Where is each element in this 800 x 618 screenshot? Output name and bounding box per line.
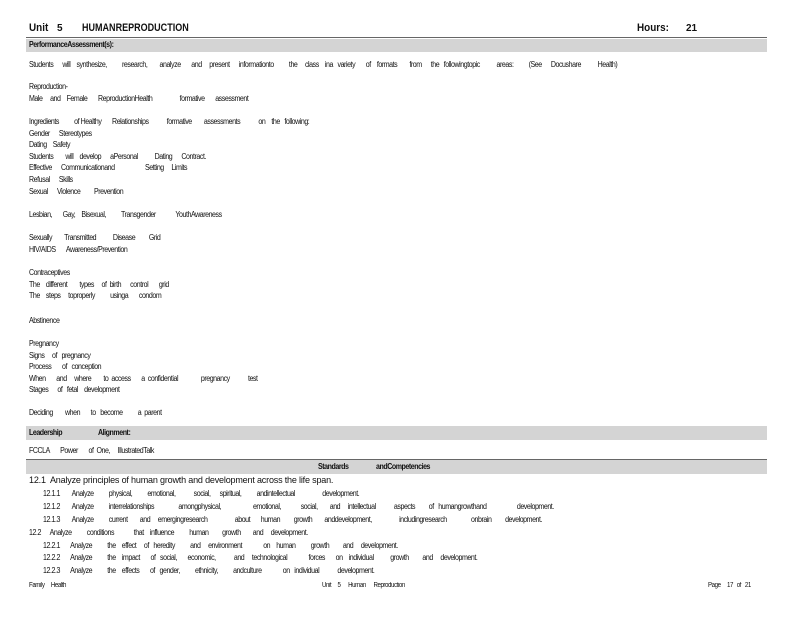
performance-heading: PerformanceAssessment(s): bbox=[29, 40, 114, 49]
performance-topic-line: Signs of pregnancy bbox=[29, 350, 91, 360]
unit-label: Unit bbox=[29, 22, 49, 34]
performance-topic-line: Gender Stereotypes bbox=[29, 128, 92, 138]
performance-heading-bar bbox=[26, 39, 767, 52]
leadership-text: FCCLA Power of One, IllustratedTalk bbox=[29, 446, 155, 455]
performance-topic-line: Contraceptives bbox=[29, 268, 70, 277]
unit-title: HUMANREPRODUCTION bbox=[82, 22, 189, 34]
performance-topic-line: Effective Communicationand Setting Limit… bbox=[29, 163, 188, 173]
performance-topic-line: Students will develop aPersonal Dating C… bbox=[29, 151, 206, 161]
alignment-heading: Alignment: bbox=[98, 428, 131, 437]
performance-topic-line: Pregnancy bbox=[29, 339, 59, 348]
performance-topic-line: The different types of birth control gri… bbox=[29, 279, 169, 289]
standard-item: 12.2 Analyze conditions that influence h… bbox=[29, 528, 308, 537]
footer-page: Page 17 of 21 bbox=[708, 582, 751, 589]
performance-topic-line: Sexually Transmitted Disease Grid bbox=[29, 233, 161, 242]
performance-topic-line: Deciding when to become a parent bbox=[29, 408, 162, 417]
hours-label: Hours: bbox=[637, 22, 669, 34]
standard-subitem: 12.1.2 Analyze interrelationships amongp… bbox=[43, 502, 554, 511]
leadership-heading: Leadership bbox=[29, 428, 63, 437]
standard-item: 12.1 Analyze principles of human growth … bbox=[29, 475, 334, 486]
performance-topic-line: Ingredients of Healthy Relationships for… bbox=[29, 117, 310, 126]
performance-topic-line: Stages of fetal development bbox=[29, 385, 120, 395]
performance-topic-line: Abstinence bbox=[29, 316, 60, 325]
competencies-heading: andCompetencies bbox=[376, 462, 431, 471]
performance-topic-line: When and where to access a confidential … bbox=[29, 373, 258, 383]
performance-topic-line: Lesbian, Gay, Bisexual, Transgender Yout… bbox=[29, 210, 222, 219]
standard-subitem: 12.2.1 Analyze the effect of heredity an… bbox=[43, 541, 398, 550]
performance-topic-line: HIV/AIDS Awareness/Prevention bbox=[29, 244, 128, 254]
performance-topic-line: Refusal Skills bbox=[29, 175, 73, 184]
standard-subitem: 12.1.1 Analyze physical, emotional, soci… bbox=[43, 489, 360, 498]
hours-value: 21 bbox=[686, 23, 698, 34]
unit-number: 5 bbox=[57, 23, 63, 34]
header-rule bbox=[26, 37, 767, 38]
performance-topic-line: The steps toproperly usinga condom bbox=[29, 291, 162, 301]
performance-topic-line: Process of conception bbox=[29, 362, 102, 372]
standard-subitem: 12.2.3 Analyze the effects of gender, et… bbox=[43, 566, 375, 575]
performance-topic-line: Sexual Violence Prevention bbox=[29, 186, 124, 196]
performance-topic-line: Male and Female ReproductionHealth forma… bbox=[29, 93, 249, 103]
standards-heading: Standards bbox=[318, 462, 349, 471]
footer-center: Unit 5 Human Reproduction bbox=[322, 582, 405, 589]
standard-subitem: 12.2.2 Analyze the impact of social, eco… bbox=[43, 553, 478, 562]
leadership-heading-bar bbox=[26, 426, 767, 440]
performance-topic-line: Reproduction- bbox=[29, 82, 68, 91]
footer-left: Family Health bbox=[29, 582, 67, 589]
standard-subitem: 12.1.3 Analyze current and emergingresea… bbox=[43, 515, 543, 524]
performance-topic-line: Dating Safety bbox=[29, 140, 71, 150]
performance-intro: Students will synthesize, research, anal… bbox=[29, 60, 618, 69]
